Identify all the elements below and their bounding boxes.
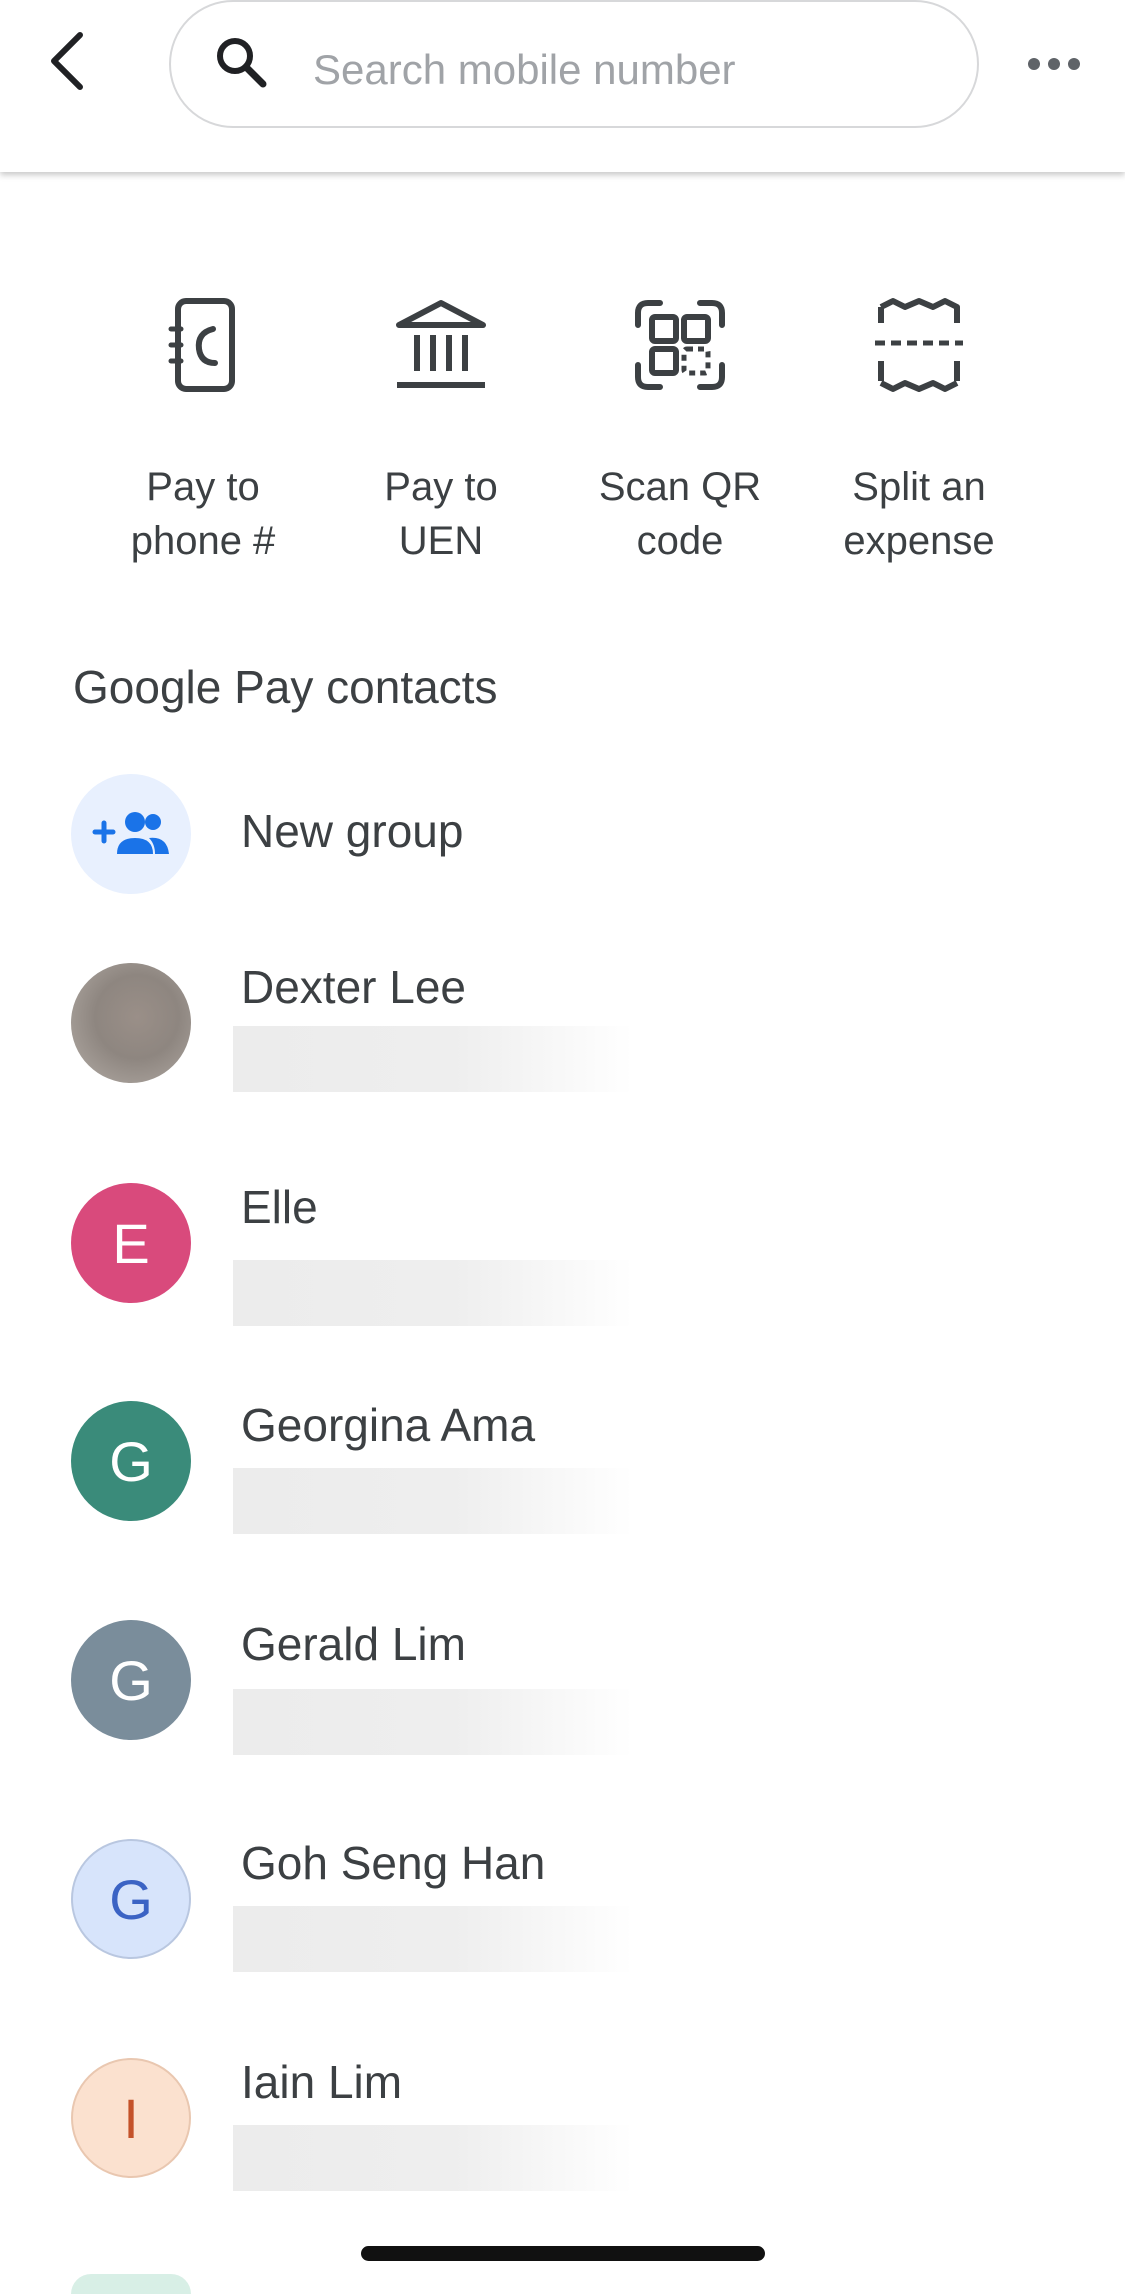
top-app-bar xyxy=(0,0,1125,172)
search-bar[interactable] xyxy=(169,0,979,128)
contact-initial: G xyxy=(109,1429,153,1493)
search-icon xyxy=(217,38,267,88)
split-expense-label: Split an expense xyxy=(843,465,995,563)
contact-name: Iain Lim xyxy=(241,2056,403,2108)
contact-row[interactable]: G Goh Seng Han xyxy=(0,1836,1125,2036)
contact-row[interactable]: G Gerald Lim xyxy=(0,1617,1125,1817)
contacts-section-title: Google Pay contacts xyxy=(73,661,498,713)
home-indicator[interactable] xyxy=(361,2246,765,2261)
new-group-avatar xyxy=(71,774,191,894)
contact-initial: I xyxy=(123,2086,139,2150)
contact-row[interactable]: Dexter Lee xyxy=(0,960,1125,1160)
qr-scan-icon xyxy=(635,300,725,390)
new-group-label: New group xyxy=(241,805,464,857)
scan-qr-button[interactable]: Scan QR code xyxy=(560,295,800,585)
contact-avatar: E xyxy=(71,1183,191,1303)
search-input[interactable] xyxy=(313,42,933,98)
contact-row[interactable]: E Elle xyxy=(0,1180,1125,1380)
back-button[interactable] xyxy=(36,26,96,96)
contact-initial: E xyxy=(112,1211,150,1275)
contact-avatar: I xyxy=(71,2058,191,2178)
new-group-button[interactable]: New group xyxy=(0,770,1125,900)
contact-detail-redacted xyxy=(233,2125,633,2191)
more-options-button[interactable] xyxy=(1022,40,1086,88)
scan-qr-label: Scan QR code xyxy=(598,465,762,563)
bank-icon xyxy=(396,300,486,388)
contact-avatar: G xyxy=(71,1620,191,1740)
receipt-icon xyxy=(875,298,963,392)
contact-detail-redacted xyxy=(233,1906,633,1972)
contact-avatar-partial xyxy=(71,2274,191,2294)
contact-name: Goh Seng Han xyxy=(241,1837,546,1889)
contact-row[interactable]: G Georgina Ama xyxy=(0,1398,1125,1598)
contact-initial: G xyxy=(109,1648,153,1712)
contact-detail-redacted xyxy=(233,1468,633,1534)
arrow-back-icon xyxy=(51,32,83,90)
contact-avatar: G xyxy=(71,1839,191,1959)
contact-detail-redacted xyxy=(233,1260,633,1326)
pay-to-uen-button[interactable]: Pay to UEN xyxy=(321,295,561,585)
payment-actions: Pay to phone # Pay to UEN Scan QR code S… xyxy=(83,295,1043,585)
contact-initial: G xyxy=(109,1867,153,1931)
pay-to-phone-label: Pay to phone # xyxy=(130,465,276,563)
group-add-icon xyxy=(92,812,169,854)
contact-name: Georgina Ama xyxy=(241,1399,536,1451)
contact-detail-redacted xyxy=(233,1026,633,1092)
contact-avatar: G xyxy=(71,1401,191,1521)
contact-avatar-photo xyxy=(71,963,191,1083)
phone-book-icon xyxy=(168,298,235,392)
contact-name: Elle xyxy=(241,1181,318,1233)
contact-detail-redacted xyxy=(233,1689,633,1755)
pay-to-uen-label: Pay to UEN xyxy=(384,465,498,563)
contact-row[interactable]: I Iain Lim xyxy=(0,2055,1125,2255)
more-horiz-icon xyxy=(1028,58,1080,70)
contact-name: Gerald Lim xyxy=(241,1618,466,1670)
split-expense-button[interactable]: Split an expense xyxy=(799,295,1039,585)
contact-name: Dexter Lee xyxy=(241,961,467,1013)
pay-to-phone-button[interactable]: Pay to phone # xyxy=(83,295,323,585)
